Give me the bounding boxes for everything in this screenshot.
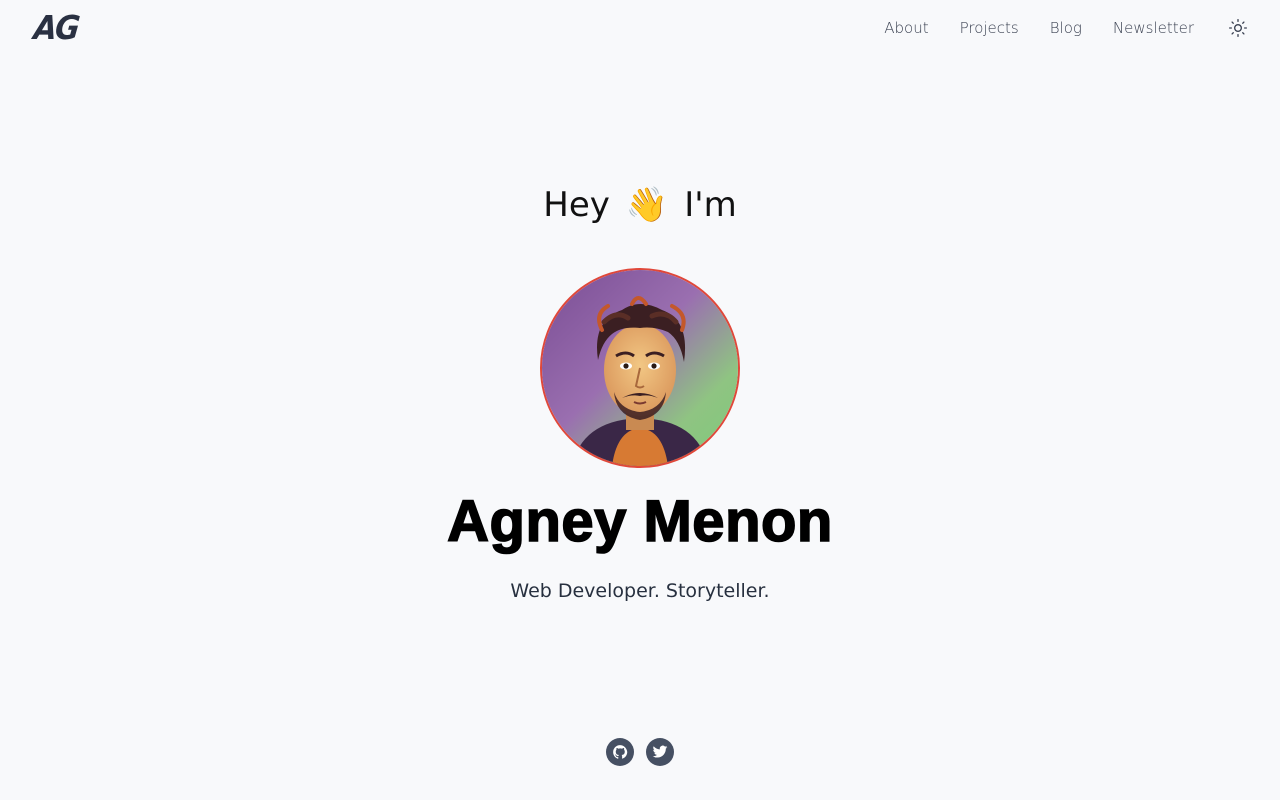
hero-name: Agney Menon — [446, 488, 833, 555]
nav-newsletter-link[interactable]: Newsletter — [1113, 19, 1194, 37]
site-header: AG About Projects Blog Newsletter — [0, 0, 1280, 56]
sun-icon — [1229, 19, 1247, 37]
nav-blog-link[interactable]: Blog — [1050, 19, 1082, 37]
twitter-icon — [652, 745, 668, 758]
social-links — [0, 738, 1280, 766]
avatar — [540, 268, 740, 468]
nav-projects-link[interactable]: Projects — [960, 19, 1019, 37]
github-link[interactable] — [606, 738, 634, 766]
greeting-hey-text: Hey — [543, 185, 610, 225]
site-logo[interactable]: AG — [32, 9, 80, 48]
greeting-im-text: I'm — [684, 185, 737, 225]
nav-about-link[interactable]: About — [884, 19, 928, 37]
portrait-illustration — [542, 270, 738, 466]
page: AG About Projects Blog Newsletter Hey 👋 … — [0, 0, 1280, 800]
hero-greeting: Hey 👋 I'm — [0, 185, 1280, 225]
twitter-link[interactable] — [646, 738, 674, 766]
github-icon — [609, 741, 631, 763]
waving-hand-icon: 👋 — [625, 185, 669, 225]
hero-tagline: Web Developer. Storyteller. — [510, 580, 770, 602]
theme-toggle-button[interactable] — [1228, 18, 1248, 38]
main-nav: About Projects Blog Newsletter — [853, 18, 1248, 38]
